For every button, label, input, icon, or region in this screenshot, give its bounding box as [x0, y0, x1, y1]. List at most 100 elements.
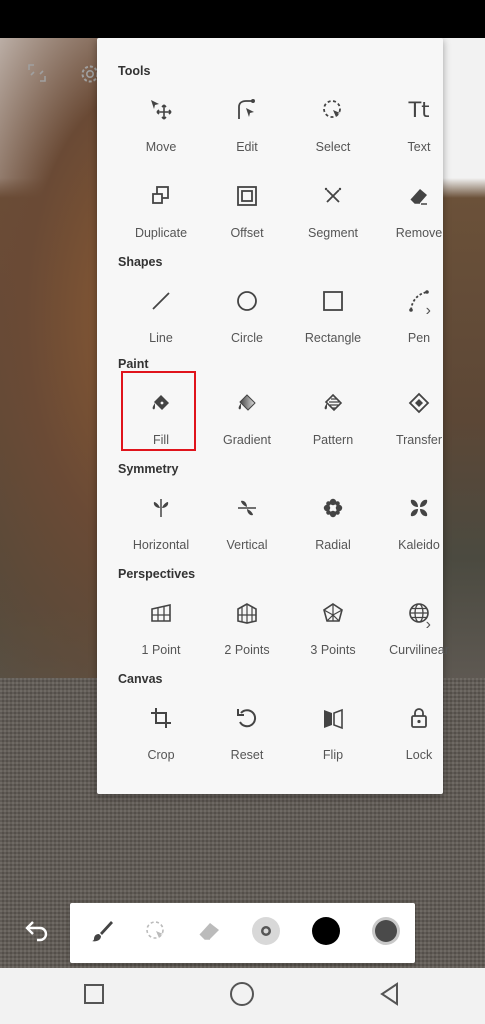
- tool-gradient[interactable]: Gradient: [204, 387, 290, 447]
- gradient-bucket-icon: [204, 387, 290, 419]
- shapes-more-arrow-icon[interactable]: ›: [426, 302, 431, 320]
- section-title-paint: Paint: [118, 357, 149, 371]
- tool-label: Line: [149, 331, 173, 345]
- tool-label: Segment: [307, 226, 359, 240]
- lock-icon: [376, 702, 462, 734]
- tool-label: Reset: [230, 748, 264, 762]
- tool-segment[interactable]: Segment: [290, 180, 376, 240]
- tool-1-point[interactable]: 1 Point: [118, 597, 204, 657]
- tool-edit[interactable]: Edit: [204, 94, 290, 154]
- rectangle-icon: [290, 285, 376, 317]
- tool-horizontal[interactable]: Horizontal: [118, 492, 204, 552]
- tool-label: Flip: [322, 748, 344, 762]
- eraser-icon: [196, 918, 224, 949]
- current-color-swatch: [311, 916, 341, 951]
- tool-label: Offset: [230, 226, 264, 240]
- tool-select[interactable]: Select: [290, 94, 376, 154]
- tool-flip[interactable]: Flip: [290, 702, 376, 762]
- tool-label: Radial: [315, 538, 351, 552]
- radial-symmetry-icon: [290, 492, 376, 524]
- selection-button[interactable]: [130, 903, 182, 963]
- transfer-icon: [376, 387, 462, 419]
- tool-line[interactable]: Line: [118, 285, 204, 345]
- vertical-symmetry-icon: [204, 492, 290, 524]
- tool-label: Move: [145, 140, 177, 154]
- text-icon: Tt: [376, 94, 462, 126]
- tool-crop[interactable]: Crop: [118, 702, 204, 762]
- brush-button[interactable]: [76, 903, 128, 963]
- tool-label: Lock: [405, 748, 433, 762]
- tool-duplicate[interactable]: Duplicate: [118, 180, 204, 240]
- three-point-perspective-icon: [290, 597, 376, 629]
- circle-icon: [204, 285, 290, 317]
- select-lasso-icon: [143, 918, 169, 949]
- tool-label: Crop: [147, 748, 175, 762]
- tool-label: 3 Points: [310, 643, 356, 657]
- section-title-symmetry: Symmetry: [118, 462, 179, 476]
- segment-icon: [290, 180, 376, 212]
- tool-2-points[interactable]: 2 Points: [204, 597, 290, 657]
- color-picker-button[interactable]: [300, 903, 352, 963]
- paint-bucket-icon: [118, 387, 204, 419]
- tool-curvilinear[interactable]: Curvilinear: [376, 597, 462, 657]
- tool-move[interactable]: Move: [118, 94, 204, 154]
- section-title-tools: Tools: [118, 64, 151, 78]
- circle-home-icon: [229, 981, 255, 1012]
- tool-transfer[interactable]: Transfer: [376, 387, 462, 447]
- layers-button[interactable]: [360, 903, 412, 963]
- tool-reset[interactable]: Reset: [204, 702, 290, 762]
- line-icon: [118, 285, 204, 317]
- tool-pattern[interactable]: Pattern: [290, 387, 376, 447]
- pen-curve-icon: [376, 285, 462, 317]
- tool-3-points[interactable]: 3 Points: [290, 597, 376, 657]
- tool-label: Select: [315, 140, 351, 154]
- tool-kaleido[interactable]: Kaleido: [376, 492, 462, 552]
- tool-remove[interactable]: Remove: [376, 180, 462, 240]
- select-icon: [290, 94, 376, 126]
- pattern-bucket-icon: [290, 387, 376, 419]
- tool-fill[interactable]: Fill: [118, 387, 204, 447]
- section-title-perspectives: Perspectives: [118, 567, 196, 581]
- tool-rectangle[interactable]: Rectangle: [290, 285, 376, 345]
- home-button[interactable]: [226, 980, 258, 1012]
- back-button[interactable]: [374, 980, 406, 1012]
- fullscreen-icon[interactable]: [26, 62, 48, 90]
- tool-label: Pattern: [312, 433, 354, 447]
- eraser-button[interactable]: [184, 903, 236, 963]
- tool-label: Pen: [407, 331, 431, 345]
- tool-label: Edit: [236, 140, 258, 154]
- tool-label: Curvilinear: [389, 643, 449, 657]
- brush-size-button[interactable]: [240, 903, 292, 963]
- tool-label: Kaleido: [398, 538, 440, 552]
- tool-label: Gradient: [223, 433, 271, 447]
- tool-label: Transfer: [395, 433, 443, 447]
- tool-text[interactable]: Tt Text: [376, 94, 462, 154]
- tool-offset[interactable]: Offset: [204, 180, 290, 240]
- tool-label: Remove: [395, 226, 443, 240]
- eraser-icon: [376, 180, 462, 212]
- move-icon: [118, 94, 204, 126]
- opacity-swatch-icon: [371, 916, 401, 951]
- tool-radial[interactable]: Radial: [290, 492, 376, 552]
- tool-circle[interactable]: Circle: [204, 285, 290, 345]
- tool-label: Rectangle: [304, 331, 362, 345]
- crop-icon: [118, 702, 204, 734]
- one-point-perspective-icon: [118, 597, 204, 629]
- square-icon: [83, 983, 105, 1010]
- bottom-toolbar: [70, 903, 415, 963]
- tool-vertical[interactable]: Vertical: [204, 492, 290, 552]
- edit-curve-icon: [204, 94, 290, 126]
- tool-label: 2 Points: [224, 643, 270, 657]
- tool-label: Circle: [231, 331, 263, 345]
- perspectives-more-arrow-icon[interactable]: ›: [426, 616, 431, 634]
- text-icon-glyph: Tt: [408, 98, 430, 122]
- tool-label: Vertical: [226, 538, 268, 552]
- undo-icon[interactable]: [22, 918, 50, 949]
- tool-lock[interactable]: Lock: [376, 702, 462, 762]
- tool-panel: Tools Move Edit Select Tt Text Duplicate: [97, 38, 449, 794]
- tool-label: Fill: [153, 433, 169, 447]
- recents-button[interactable]: [78, 980, 110, 1012]
- brush-icon: [89, 918, 115, 949]
- tool-label: Text: [407, 140, 431, 154]
- tool-pen[interactable]: Pen: [376, 285, 462, 345]
